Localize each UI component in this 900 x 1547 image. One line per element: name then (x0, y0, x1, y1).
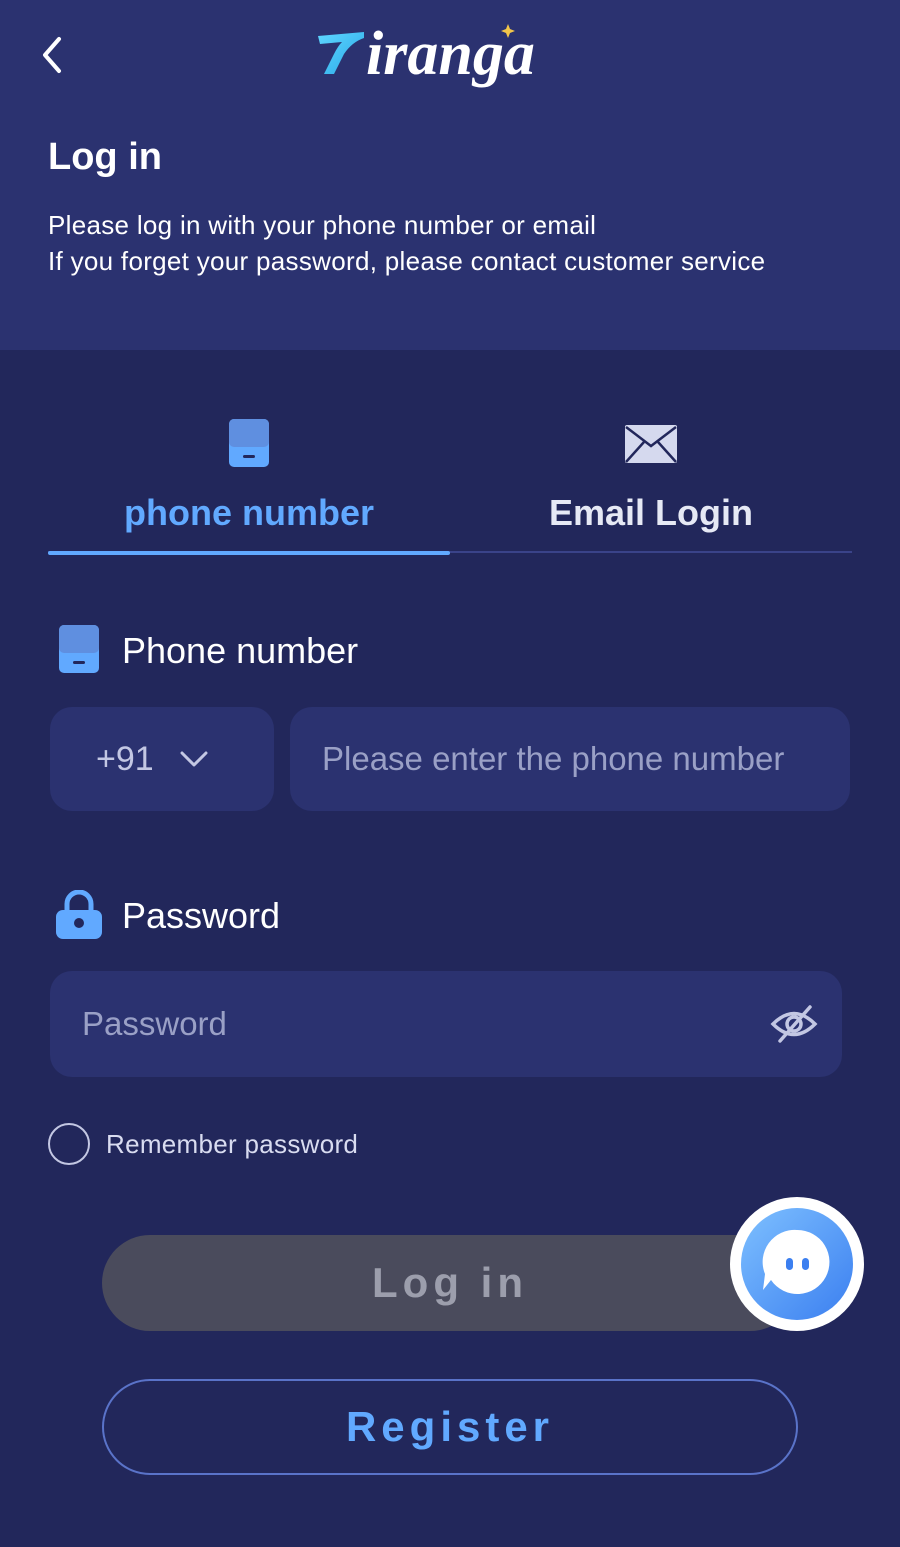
login-button[interactable]: Log in (102, 1235, 798, 1331)
back-button[interactable] (30, 30, 74, 80)
subtitle-line-1: Please log in with your phone number or … (48, 210, 597, 240)
chevron-left-icon (43, 37, 61, 73)
active-tab-indicator (48, 551, 450, 555)
lock-icon (56, 890, 102, 939)
logo: iranga (318, 20, 535, 88)
phone-number-label: Phone number (122, 630, 359, 671)
page-title: Log in (48, 136, 162, 178)
header: iranga Log in Please log in with your ph… (0, 0, 900, 350)
chevron-down-icon (180, 750, 208, 768)
tab-phone-number[interactable]: phone number (48, 400, 450, 555)
toggle-password-visibility-button[interactable] (770, 1001, 818, 1047)
tab-label-phone: phone number (124, 492, 374, 533)
password-input[interactable] (50, 971, 750, 1077)
password-field (50, 971, 842, 1077)
register-button[interactable]: Register (102, 1379, 798, 1475)
remember-password-toggle[interactable]: Remember password (48, 1123, 358, 1165)
remember-password-radio[interactable] (48, 1123, 90, 1165)
login-method-tabs: phone number Email Login (48, 400, 852, 555)
phone-number-input[interactable] (290, 707, 850, 811)
eye-off-icon (770, 1005, 818, 1043)
customer-service-button[interactable] (730, 1197, 864, 1331)
password-label: Password (122, 895, 281, 936)
country-code-value: +91 (96, 739, 154, 778)
envelope-icon (625, 425, 677, 463)
subtitle-line-2: If you forget your password, please cont… (48, 246, 766, 276)
country-code-select[interactable]: +91 (50, 707, 274, 811)
phone-icon (229, 419, 269, 467)
tab-email-login[interactable]: Email Login (450, 400, 852, 553)
phone-icon (59, 625, 99, 673)
customer-service-icon (741, 1208, 853, 1320)
remember-password-label: Remember password (106, 1128, 359, 1159)
tab-label-email: Email Login (548, 492, 753, 533)
